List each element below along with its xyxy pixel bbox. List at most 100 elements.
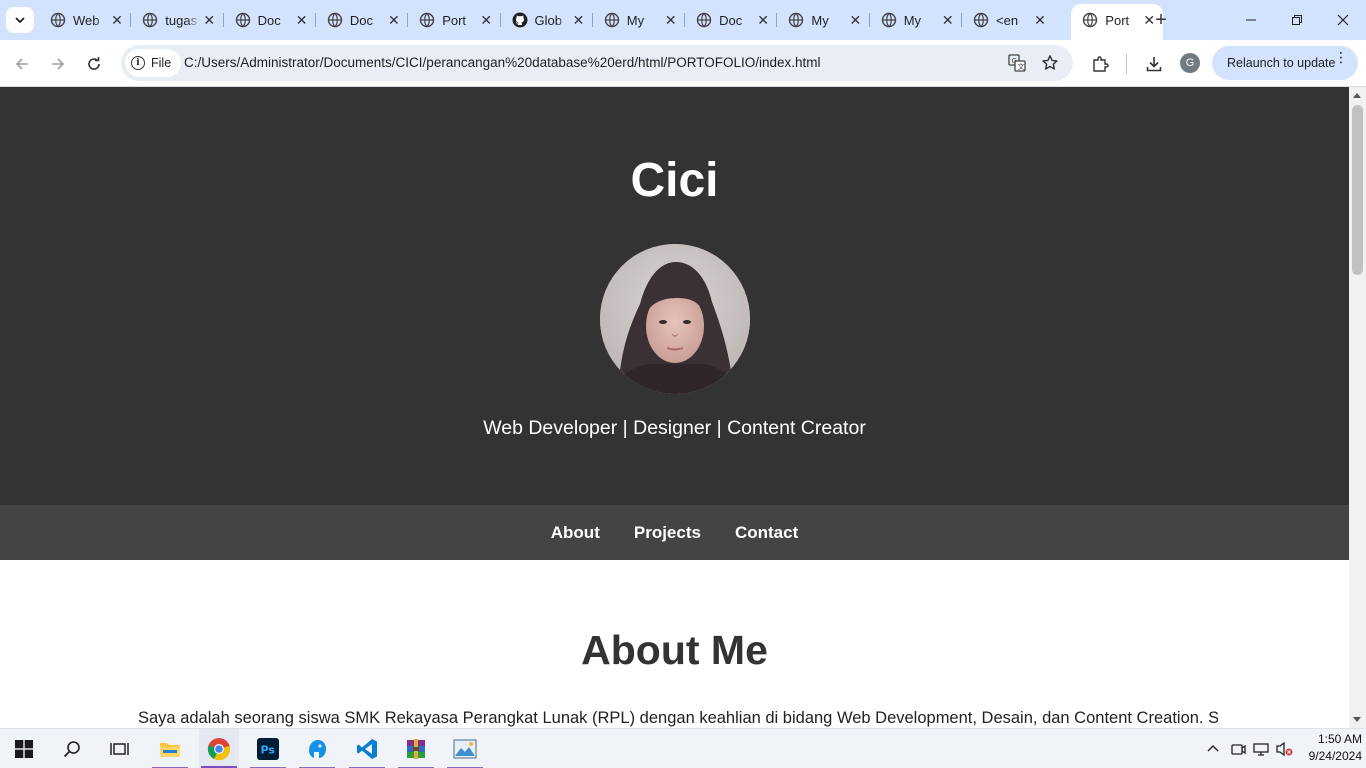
tab-close-icon[interactable]: ✕ bbox=[294, 12, 310, 28]
tab-close-icon[interactable]: ✕ bbox=[478, 12, 494, 28]
task-view-button[interactable] bbox=[100, 729, 140, 768]
tab-title: Doc bbox=[257, 12, 281, 28]
taskbar-chrome[interactable] bbox=[199, 729, 239, 768]
globe-icon bbox=[235, 12, 251, 28]
page-viewport: Cici Web Developer | Designer | Content … bbox=[0, 87, 1349, 728]
browser-tab[interactable]: Doc ✕ bbox=[685, 6, 777, 34]
tab-close-icon[interactable]: ✕ bbox=[1032, 12, 1048, 28]
puzzle-icon bbox=[1093, 56, 1109, 72]
bookmark-button[interactable] bbox=[1036, 49, 1064, 77]
browser-toolbar: i File C:/Users/Administrator/Documents/… bbox=[0, 40, 1366, 87]
taskbar-file-explorer[interactable] bbox=[150, 729, 190, 768]
tab-title: My bbox=[903, 12, 922, 28]
translate-button[interactable]: G文 bbox=[1003, 49, 1031, 77]
star-icon bbox=[1042, 55, 1058, 70]
tab-close-icon[interactable]: ✕ bbox=[940, 12, 956, 28]
about-paragraph: Saya adalah seorang siswa SMK Rekayasa P… bbox=[138, 709, 1218, 727]
camera-icon bbox=[1231, 744, 1246, 755]
network-icon bbox=[1253, 743, 1269, 756]
downloads-button[interactable] bbox=[1140, 50, 1168, 78]
globe-icon bbox=[1082, 12, 1098, 28]
tab-title: <en bbox=[996, 12, 1019, 28]
profile-avatar[interactable]: G bbox=[1180, 53, 1200, 73]
restore-button[interactable] bbox=[1274, 0, 1320, 40]
nav-about[interactable]: About bbox=[551, 523, 600, 543]
tray-volume[interactable] bbox=[1274, 729, 1294, 768]
taskbar-clock[interactable]: 1:50 AM 9/24/2024 bbox=[1296, 731, 1362, 765]
tab-close-icon[interactable]: ✕ bbox=[386, 12, 402, 28]
svg-text:Ps: Ps bbox=[261, 744, 276, 757]
tab-separator bbox=[314, 13, 316, 27]
browser-tab[interactable]: My ✕ bbox=[870, 6, 962, 34]
taskbar-vscode[interactable] bbox=[347, 729, 387, 768]
restore-icon bbox=[1292, 15, 1302, 25]
scroll-down-arrow-icon[interactable] bbox=[1353, 717, 1361, 722]
nav-projects[interactable]: Projects bbox=[634, 523, 701, 543]
page-scrollbar[interactable] bbox=[1349, 87, 1366, 728]
back-button[interactable] bbox=[8, 50, 36, 78]
tab-separator bbox=[222, 13, 224, 27]
close-icon bbox=[1337, 14, 1349, 26]
new-tab-button[interactable]: + bbox=[1149, 8, 1173, 32]
taskbar-photoshop[interactable]: Ps bbox=[248, 729, 288, 768]
nav-contact[interactable]: Contact bbox=[735, 523, 798, 543]
browser-tab[interactable]: tugas ✕ bbox=[131, 6, 223, 34]
clock-time: 1:50 AM bbox=[1317, 732, 1362, 746]
relaunch-update-button[interactable]: Relaunch to update ⋮ bbox=[1212, 46, 1358, 80]
windows-taskbar: Ps 1:50 AM 9/24/2024 bbox=[0, 728, 1366, 768]
scroll-up-arrow-icon[interactable] bbox=[1353, 93, 1361, 98]
globe-icon bbox=[419, 12, 435, 28]
info-icon: i bbox=[131, 56, 145, 70]
tray-network[interactable] bbox=[1251, 729, 1271, 768]
chevron-up-icon bbox=[1207, 745, 1219, 752]
tab-separator bbox=[499, 13, 501, 27]
browser-tab[interactable]: <en ✕ bbox=[962, 6, 1054, 34]
show-hidden-icons-button[interactable] bbox=[1203, 729, 1223, 768]
tab-close-icon[interactable]: ✕ bbox=[755, 12, 771, 28]
search-icon bbox=[63, 741, 80, 758]
hero-header: Cici Web Developer | Designer | Content … bbox=[0, 87, 1349, 505]
taskbar-search-button[interactable] bbox=[52, 729, 92, 768]
globe-icon bbox=[327, 12, 343, 28]
arrow-right-icon bbox=[52, 58, 65, 70]
tab-close-icon[interactable]: ✕ bbox=[201, 12, 217, 28]
browser-tab[interactable]: Web ✕ bbox=[39, 6, 131, 34]
browser-tab[interactable]: Doc ✕ bbox=[316, 6, 408, 34]
photo-viewer-icon bbox=[453, 739, 477, 759]
browser-tab[interactable]: Doc ✕ bbox=[224, 6, 316, 34]
tab-separator bbox=[961, 13, 962, 27]
tray-meet-now[interactable] bbox=[1228, 729, 1248, 768]
tab-close-icon[interactable]: ✕ bbox=[571, 12, 587, 28]
browser-tab[interactable]: My ✕ bbox=[777, 6, 869, 34]
globe-icon bbox=[696, 12, 712, 28]
close-window-button[interactable] bbox=[1320, 0, 1366, 40]
tab-separator bbox=[868, 13, 870, 27]
tab-search-button[interactable] bbox=[6, 7, 34, 33]
file-explorer-icon bbox=[160, 743, 180, 757]
site-info-chip[interactable]: i File bbox=[125, 49, 182, 77]
forward-button[interactable] bbox=[44, 50, 72, 78]
taskbar-winrar[interactable] bbox=[396, 729, 436, 768]
browser-tab[interactable]: Glob ✕ bbox=[501, 6, 593, 34]
tab-separator bbox=[776, 13, 778, 27]
taskbar-app[interactable] bbox=[297, 729, 337, 768]
reload-button[interactable] bbox=[80, 50, 108, 78]
scrollbar-thumb[interactable] bbox=[1352, 105, 1363, 275]
browser-tab[interactable]: My ✕ bbox=[593, 6, 685, 34]
globe-icon bbox=[604, 12, 620, 28]
tab-separator bbox=[591, 13, 593, 27]
minimize-button[interactable] bbox=[1228, 0, 1274, 40]
tab-separator bbox=[684, 13, 686, 27]
browser-tab[interactable]: Port ✕ bbox=[408, 6, 500, 34]
extensions-button[interactable] bbox=[1086, 50, 1114, 78]
tab-close-icon[interactable]: ✕ bbox=[109, 12, 125, 28]
url-text[interactable]: C:/Users/Administrator/Documents/CICI/pe… bbox=[184, 55, 821, 70]
taskbar-photos[interactable] bbox=[445, 729, 485, 768]
speaker-muted-icon bbox=[1276, 741, 1293, 757]
clock-date: 9/24/2024 bbox=[1308, 749, 1362, 763]
winrar-icon bbox=[407, 739, 425, 759]
address-bar[interactable]: i File C:/Users/Administrator/Documents/… bbox=[121, 45, 1073, 81]
tab-close-icon[interactable]: ✕ bbox=[847, 12, 863, 28]
tab-close-icon[interactable]: ✕ bbox=[663, 12, 679, 28]
start-button[interactable] bbox=[4, 729, 44, 768]
